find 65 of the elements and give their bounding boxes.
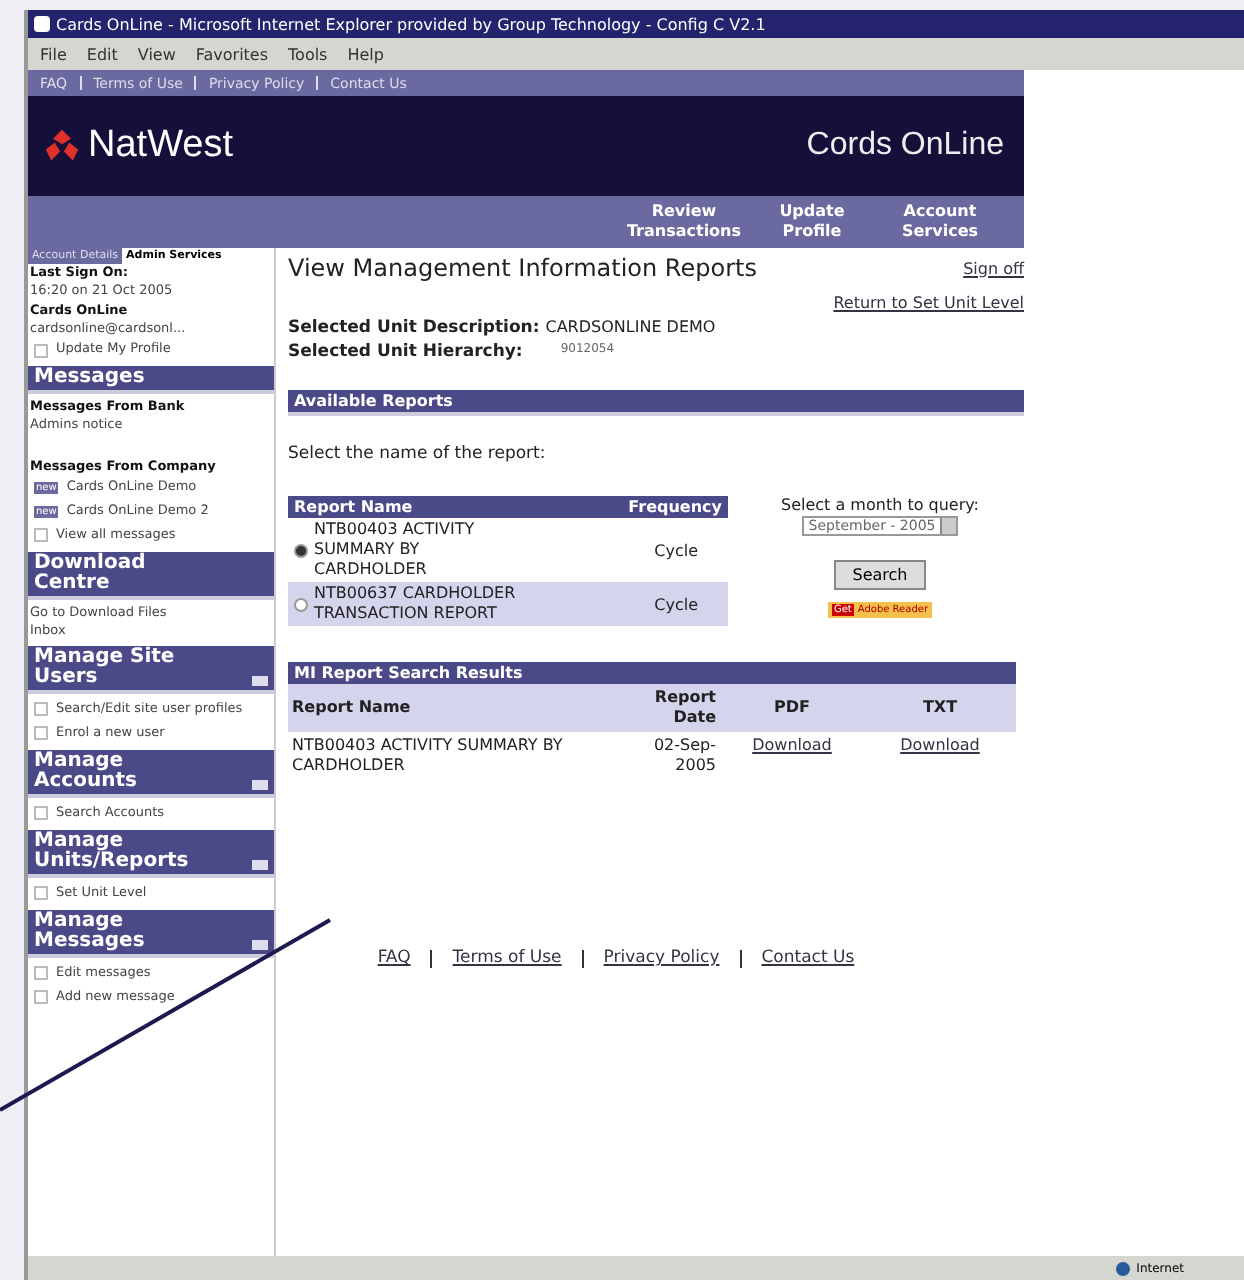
table-cell-text: 02-Sep-2005 [651,736,716,776]
instruction-text: Select the name of the report: [288,444,548,464]
report-row[interactable]: NTB00637 CARDHOLDER TRANSACTION REPORT Cycle [288,582,728,626]
radio-button[interactable] [294,543,308,557]
bullet-icon [34,990,48,1004]
menu-item[interactable]: Favorites [195,45,269,63]
logo-icon [44,128,80,164]
nav-link[interactable]: Update Profile [748,202,876,242]
menu-item[interactable]: Help [347,45,384,63]
footer-link[interactable]: Contact Us [761,948,855,968]
table-cell-text: NTB00403 ACTIVITY SUMMARY BY CARDHOLDER [314,520,477,580]
column-header: Report Date [652,688,716,728]
globe-icon [1116,1261,1131,1275]
section-title: Messages [34,368,147,388]
collapse-icon[interactable] [252,675,268,685]
section-title: Manage Accounts [34,751,139,791]
section-heading: Available Reports [288,390,1024,416]
collapse-icon[interactable] [252,859,268,869]
field-value: CARDSONLINE DEMO [545,318,716,338]
bullet-icon [34,886,48,900]
section-title: Manage Messages [34,911,147,951]
download-link[interactable]: Download [752,736,832,754]
column-header: Frequency [628,498,722,516]
field-label: Selected Unit Description: [288,318,540,338]
page-title: View Management Information Reports [288,254,757,282]
collapse-icon[interactable] [252,939,268,949]
menu-item[interactable]: Tools [288,45,328,63]
column-header: PDF [772,698,812,718]
menu-item[interactable]: View [137,45,176,63]
radio-button[interactable] [294,597,308,611]
field-label: Selected Unit Hierarchy: [288,342,523,362]
table-cell: Cycle [654,595,698,613]
bullet-icon [34,343,48,357]
section-title: Download Centre [34,553,148,593]
footer-link[interactable]: FAQ [377,948,411,968]
footer-link[interactable]: Terms of Use [452,948,562,968]
table-cell: Cycle [654,541,698,559]
bullet-icon [34,528,48,542]
brand-logo: NatWest [88,124,234,168]
search-button[interactable]: Search [834,560,926,590]
menu-item[interactable]: File [40,45,67,63]
collapse-icon[interactable] [252,779,268,789]
footer-link[interactable]: Privacy Policy [603,948,720,968]
table-cell-text: NTB00637 CARDHOLDER TRANSACTION REPORT [314,584,518,624]
bullet-icon [34,806,48,820]
product-name: Cords OnLine [806,128,1004,164]
section-title: Manage Site Users [34,647,177,687]
download-link[interactable]: Download [900,736,980,754]
field-label: Select a month to query: [781,496,979,514]
column-header: Report Name [294,498,413,516]
bullet-icon [34,726,48,740]
window-title: Cards OnLine - Microsoft Internet Explorer provided by Group Technology - Config C V2.1 [56,15,766,33]
sign-off-link[interactable]: Sign off [963,259,1024,277]
menu-item[interactable]: Edit [86,45,118,63]
section-heading: MI Report Search Results [288,662,1016,684]
return-link[interactable]: Return to Set Unit Level [833,294,1024,312]
bullet-icon [34,702,48,716]
section-title: Manage Units/Reports [34,831,191,871]
bullet-icon [34,966,48,980]
column-header: TXT [920,698,960,718]
page-icon [34,16,50,32]
table-cell-text: NTB00403 ACTIVITY SUMMARY BY CARDHOLDER [292,736,565,776]
nav-link[interactable]: Review Transactions [620,202,748,242]
nav-link[interactable]: Account Services [876,202,1004,242]
column-header: Report Name [292,698,413,718]
